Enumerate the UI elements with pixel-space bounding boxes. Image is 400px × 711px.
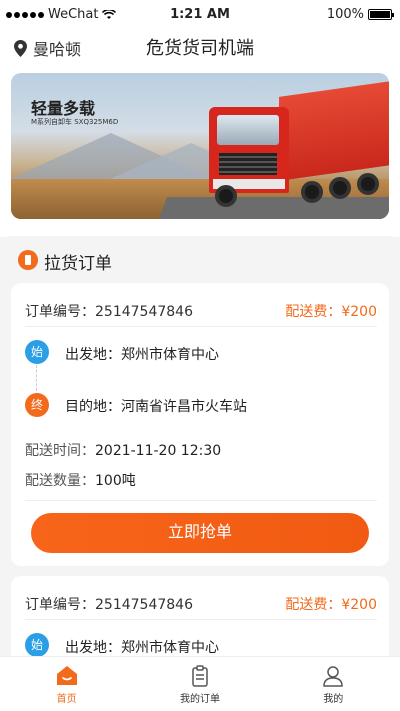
tab-bar: 首页 我的订单 我的 bbox=[0, 656, 400, 711]
battery-info: 100% bbox=[326, 7, 394, 22]
divider bbox=[25, 326, 377, 327]
truck-image bbox=[201, 81, 389, 211]
truck-windshield bbox=[217, 115, 279, 145]
status-bar: WeChat 1:21 AM 100% bbox=[0, 0, 400, 30]
start-badge: 始 bbox=[25, 340, 49, 364]
origin-address: 出发地：郑州市体育中心 bbox=[65, 347, 219, 363]
order-number-label: 订单编号： bbox=[25, 597, 95, 613]
delivery-fee: 配送费：¥200 bbox=[285, 304, 377, 320]
origin-address: 出发地：郑州市体育中心 bbox=[65, 640, 219, 656]
delivery-quantity: 配送数量：100吨 bbox=[25, 470, 136, 490]
tab-home-label: 首页 bbox=[56, 694, 77, 705]
section-title: 拉货订单 bbox=[44, 254, 112, 274]
orders-section: 拉货订单 订单编号：25147547846 配送费：¥200 始 出发地：郑州市… bbox=[0, 236, 400, 656]
order-number: 订单编号：25147547846 bbox=[25, 594, 193, 614]
order-number-value: 25147547846 bbox=[95, 304, 193, 320]
grab-order-button[interactable]: 立即抢单 bbox=[31, 513, 369, 553]
order-number: 订单编号：25147547846 bbox=[25, 301, 193, 321]
divider bbox=[25, 619, 377, 620]
truck-wheel bbox=[215, 185, 237, 207]
order-number-label: 订单编号： bbox=[25, 304, 95, 320]
home-icon bbox=[56, 666, 77, 685]
start-badge: 始 bbox=[25, 633, 49, 656]
battery-icon bbox=[368, 9, 394, 20]
tab-my-orders-label: 我的订单 bbox=[179, 694, 220, 705]
clipboard-icon bbox=[192, 665, 208, 687]
section-header: 拉货订单 bbox=[0, 236, 400, 284]
delivery-time: 配送时间：2021-11-20 12:30 bbox=[25, 440, 221, 460]
delivery-quantity-value: 100吨 bbox=[95, 473, 136, 489]
tab-me[interactable]: 我的 bbox=[267, 657, 400, 711]
app-header: 曼哈顿 危货货司机端 bbox=[0, 30, 400, 62]
page-title: 危货货司机端 bbox=[146, 38, 254, 59]
user-icon bbox=[323, 666, 344, 687]
banner-subline: M系列自卸车 SXQ325M6D bbox=[31, 118, 119, 126]
end-badge: 终 bbox=[25, 393, 49, 417]
battery-percent: 100% bbox=[326, 7, 364, 22]
truck-wheel bbox=[329, 177, 351, 199]
order-card[interactable]: 订单编号：25147547846 配送费：¥200 始 出发地：郑州市体育中心 bbox=[11, 576, 389, 656]
delivery-time-label: 配送时间： bbox=[25, 443, 95, 459]
truck-cab bbox=[209, 107, 289, 193]
route-connector bbox=[36, 365, 37, 391]
truck-grille bbox=[219, 153, 277, 175]
divider bbox=[25, 500, 377, 501]
delivery-time-value: 2021-11-20 12:30 bbox=[95, 443, 222, 459]
tab-home[interactable]: 首页 bbox=[0, 657, 133, 711]
banner-headline: 轻量多载 bbox=[31, 99, 96, 118]
truck-wheel bbox=[357, 173, 379, 195]
truck-trailer bbox=[279, 81, 389, 181]
tab-me-label: 我的 bbox=[323, 694, 344, 705]
order-number-value: 25147547846 bbox=[95, 597, 193, 613]
promo-banner[interactable]: 轻量多载 M系列自卸车 SXQ325M6D bbox=[11, 73, 389, 219]
delivery-fee: 配送费：¥200 bbox=[285, 597, 377, 613]
order-card[interactable]: 订单编号：25147547846 配送费：¥200 始 出发地：郑州市体育中心 … bbox=[11, 283, 389, 566]
truck-wheel bbox=[301, 181, 323, 203]
delivery-quantity-label: 配送数量： bbox=[25, 473, 95, 489]
destination-address: 目的地：河南省许昌市火车站 bbox=[65, 399, 247, 415]
banner-container: 轻量多载 M系列自卸车 SXQ325M6D bbox=[0, 62, 400, 237]
tab-my-orders[interactable]: 我的订单 bbox=[133, 657, 266, 711]
order-icon bbox=[18, 250, 38, 270]
